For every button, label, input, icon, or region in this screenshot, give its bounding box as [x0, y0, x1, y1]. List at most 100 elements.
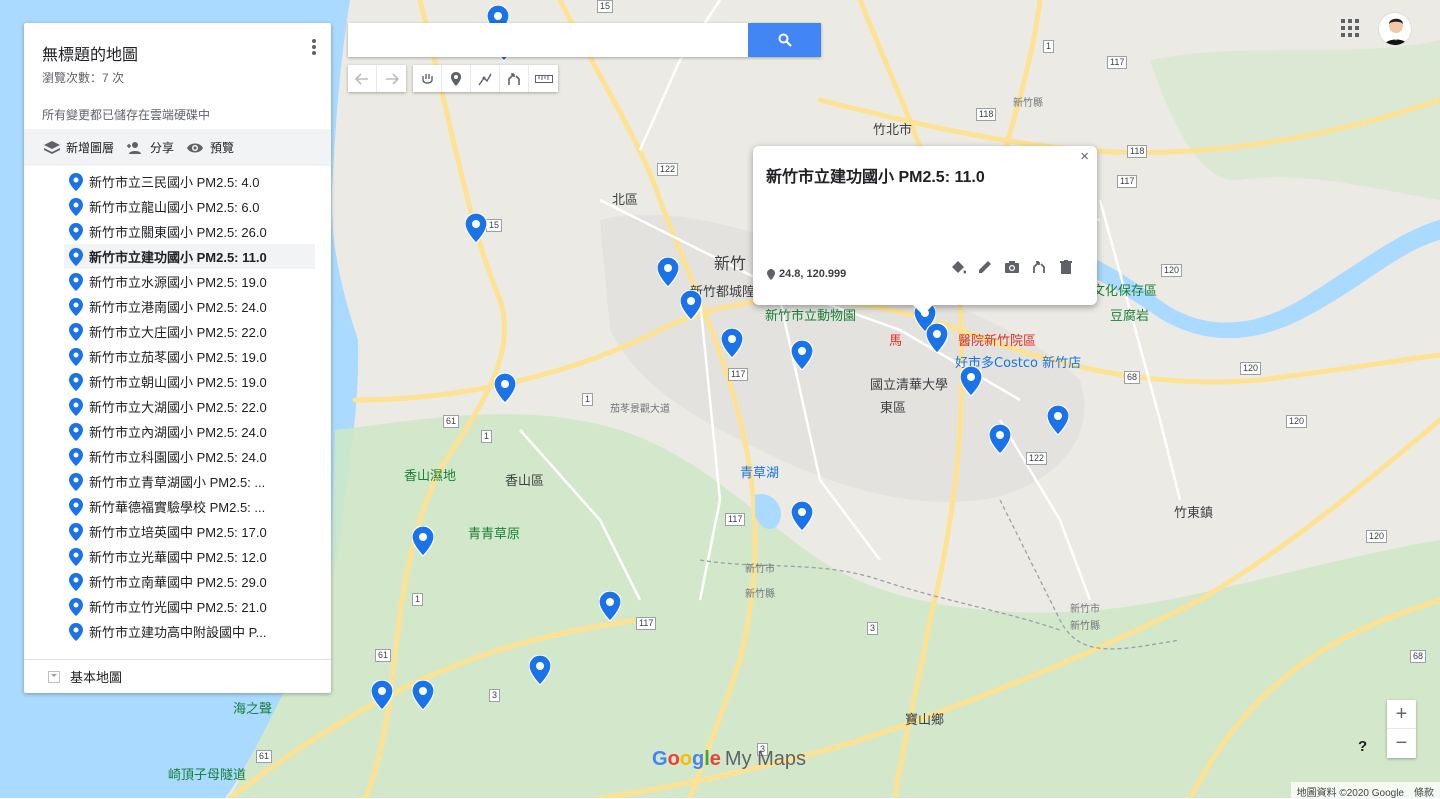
measure-button[interactable] [529, 65, 558, 92]
layer-list-item[interactable]: 新竹市立南華國中 PM2.5: 29.0 [64, 569, 315, 594]
layers-icon [44, 141, 60, 155]
map-marker-pin[interactable] [529, 655, 551, 685]
marker-icon [69, 548, 83, 566]
map-marker-pin[interactable] [721, 328, 743, 358]
layer-list-item[interactable]: 新竹市立大庄國小 PM2.5: 22.0 [64, 319, 315, 344]
layer-list-item[interactable]: 新竹市立內湖國小 PM2.5: 24.0 [64, 419, 315, 444]
share-button[interactable]: 分享 [126, 139, 174, 156]
delete-button[interactable] [1057, 258, 1075, 276]
route-shield: 1 [582, 393, 593, 406]
draw-line-button[interactable] [471, 65, 500, 92]
layer-list-item[interactable]: 新竹市立竹光國中 PM2.5: 21.0 [64, 594, 315, 619]
expand-arrow-icon[interactable] [48, 671, 60, 683]
preview-button[interactable]: 預覽 [186, 139, 234, 156]
style-button[interactable] [949, 258, 967, 276]
map-marker-pin[interactable] [465, 213, 487, 243]
view-count: 瀏覽次數：7 次 [42, 69, 313, 86]
place-label: 青青草原 [468, 523, 520, 542]
marker-icon [69, 498, 83, 516]
search-input[interactable] [348, 23, 748, 57]
search-button[interactable] [748, 23, 821, 57]
avatar[interactable] [1378, 12, 1412, 46]
search-icon [778, 33, 792, 47]
base-map-row[interactable]: 基本地圖 [24, 659, 331, 693]
layer-list-item[interactable]: 新竹華德福實驗學校 PM2.5: ... [64, 494, 315, 519]
layer-list-item[interactable]: 新竹市立茄苳國小 PM2.5: 19.0 [64, 344, 315, 369]
redo-icon [385, 73, 399, 85]
layer-list-item[interactable]: 新竹市立三民國小 PM2.5: 4.0 [64, 169, 315, 194]
coordinates: 24.8, 120.999 [767, 268, 846, 280]
map-title[interactable]: 無標題的地圖 [42, 41, 313, 65]
place-label: 豆腐岩 [1110, 305, 1149, 324]
close-icon[interactable]: × [1080, 148, 1089, 165]
layer-item-label: 新竹市立大庄國小 PM2.5: 22.0 [89, 322, 267, 341]
layer-item-label: 新竹市立朝山國小 PM2.5: 19.0 [89, 372, 267, 391]
map-marker-pin[interactable] [926, 323, 948, 353]
route-shield: 118 [976, 108, 996, 121]
marker-icon [69, 623, 83, 641]
edit-button[interactable] [976, 258, 994, 276]
layer-item-label: 新竹市立竹光國中 PM2.5: 21.0 [89, 597, 267, 616]
map-marker-pin[interactable] [371, 680, 393, 710]
directions-icon [507, 72, 521, 86]
zoom-out-button[interactable]: − [1387, 729, 1416, 758]
place-label: 新竹市 [745, 560, 775, 575]
map-marker-pin[interactable] [657, 257, 679, 287]
share-label: 分享 [150, 139, 174, 156]
more-options-icon[interactable] [309, 39, 319, 59]
layer-item-label: 新竹市立水源國小 PM2.5: 19.0 [89, 272, 267, 291]
base-map-label: 基本地圖 [70, 667, 122, 686]
layer-list-item[interactable]: 新竹市立關東國小 PM2.5: 26.0 [64, 219, 315, 244]
layer-list-item[interactable]: 新竹市立光華國中 PM2.5: 12.0 [64, 544, 315, 569]
my-maps-wordmark: My Maps [725, 748, 806, 771]
place-label: 醫院新竹院區 [958, 330, 1036, 349]
add-person-icon [126, 141, 144, 155]
layer-list-item[interactable]: 新竹市立培英國中 PM2.5: 17.0 [64, 519, 315, 544]
apps-grid-icon[interactable] [1341, 19, 1359, 37]
layer-item-label: 新竹市立關東國小 PM2.5: 26.0 [89, 222, 267, 241]
hand-tool-button[interactable] [413, 65, 442, 92]
map-marker-pin[interactable] [412, 526, 434, 556]
layer-list-item[interactable]: 新竹市立水源國小 PM2.5: 19.0 [64, 269, 315, 294]
map-marker-pin[interactable] [494, 373, 516, 403]
layer-list-item[interactable]: 新竹市立大湖國小 PM2.5: 22.0 [64, 394, 315, 419]
zoom-in-button[interactable]: + [1387, 700, 1416, 729]
add-marker-button[interactable] [442, 65, 471, 92]
layer-item-label: 新竹市立建功高中附設國中 P... [89, 622, 266, 641]
route-shield: 120 [1366, 530, 1387, 543]
add-layer-label: 新增圖層 [66, 139, 114, 156]
help-button[interactable]: ? [1358, 738, 1367, 755]
redo-button[interactable] [377, 65, 406, 92]
map-marker-pin[interactable] [960, 366, 982, 396]
layer-item-label: 新竹市立龍山國小 PM2.5: 6.0 [89, 197, 259, 216]
marker-icon [69, 523, 83, 541]
layer-list-item[interactable]: 新竹市立建功高中附設國中 P... [64, 619, 315, 644]
route-shield: 61 [443, 415, 459, 428]
layer-list-item[interactable]: 新竹市立朝山國小 PM2.5: 19.0 [64, 369, 315, 394]
layer-item-label: 新竹市立青草湖國小 PM2.5: ... [89, 472, 265, 491]
directions-button[interactable] [500, 65, 529, 92]
directions-to-button[interactable] [1030, 258, 1048, 276]
preview-label: 預覽 [210, 139, 234, 156]
route-shield: 61 [375, 649, 391, 662]
undo-button[interactable] [348, 65, 377, 92]
add-layer-button[interactable]: 新增圖層 [44, 139, 114, 156]
layer-list-item[interactable]: 新竹市立科園國小 PM2.5: 24.0 [64, 444, 315, 469]
map-marker-pin[interactable] [680, 290, 702, 320]
layer-list-item[interactable]: 新竹市立建功國小 PM2.5: 11.0 [64, 244, 315, 269]
pin-small-icon [767, 269, 775, 280]
layer-list-item[interactable]: 新竹市立港南國小 PM2.5: 24.0 [64, 294, 315, 319]
map-marker-pin[interactable] [791, 340, 813, 370]
google-wordmark: Google [652, 748, 721, 771]
map-marker-pin[interactable] [791, 501, 813, 531]
add-photo-button[interactable] [1003, 258, 1021, 276]
marker-icon [69, 273, 83, 291]
panel-actions: 新增圖層 分享 預覽 [24, 129, 331, 166]
map-marker-pin[interactable] [989, 424, 1011, 454]
map-marker-pin[interactable] [599, 591, 621, 621]
terms-link[interactable]: 條款 [1414, 784, 1434, 798]
map-marker-pin[interactable] [1047, 405, 1069, 435]
map-marker-pin[interactable] [412, 680, 434, 710]
layer-list-item[interactable]: 新竹市立青草湖國小 PM2.5: ... [64, 469, 315, 494]
layer-list-item[interactable]: 新竹市立龍山國小 PM2.5: 6.0 [64, 194, 315, 219]
